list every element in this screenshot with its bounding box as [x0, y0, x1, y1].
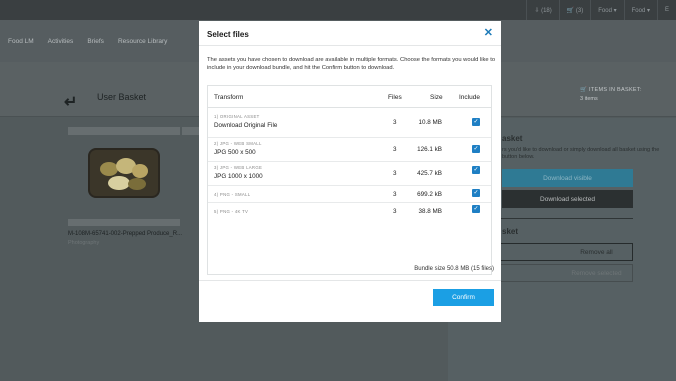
extra-menu[interactable]: E — [656, 0, 676, 20]
table-row: 4) PNG - SMALL 3 699.2 kB ✓ — [208, 186, 491, 203]
row-files: 3 — [393, 119, 397, 126]
col-include: Include — [459, 94, 480, 101]
asset-name[interactable]: M-108M-65741-002-Prepped Produce_R... — [68, 231, 182, 237]
asset-thumbnail[interactable] — [88, 148, 160, 198]
download-visible-button[interactable]: Download visible — [502, 169, 633, 187]
manage-basket-title: sket — [502, 227, 519, 236]
formats-table: Transform Files Size Include 1) ORIGINAL… — [207, 85, 492, 275]
row-format-name: Download Original File — [214, 122, 278, 129]
table-row: 5) PNG - 4K TV 3 38.8 MB ✓ — [208, 203, 491, 220]
nav-item-briefs[interactable]: Briefs — [87, 38, 104, 45]
download-selected-button[interactable]: Download selected — [502, 190, 633, 208]
include-checkbox[interactable]: ✓ — [472, 166, 480, 174]
row-format-code: 1) ORIGINAL ASSET — [214, 114, 260, 119]
col-transform: Transform — [214, 94, 244, 101]
row-files: 3 — [393, 208, 397, 215]
include-checkbox[interactable]: ✓ — [472, 189, 480, 197]
top-bar: ⇩ (18) 🛒 (3) Food ▾ Food ▾ E — [0, 0, 676, 20]
nav-item-activities[interactable]: Activities — [48, 38, 74, 45]
confirm-button[interactable]: Confirm — [433, 289, 494, 306]
col-files: Files — [388, 94, 402, 101]
modal-description: The assets you have chosen to download a… — [207, 57, 496, 71]
items-in-basket-label: 🛒 ITEMS IN BASKET: — [580, 87, 642, 93]
nav-item-food-lm[interactable]: Food LM — [8, 38, 34, 45]
bundle-size: Bundle size 50.8 MB (15 files) — [414, 266, 494, 272]
download-basket-title: asket — [502, 134, 523, 143]
row-format-name: JPG 1000 x 1000 — [214, 173, 263, 180]
row-files: 3 — [393, 146, 397, 153]
modal-footer-divider — [199, 280, 501, 281]
row-size: 699.2 kB — [417, 191, 442, 198]
cart-link[interactable]: 🛒 (3) — [558, 0, 590, 20]
download-basket-description: rs you'd like to download or simply down… — [502, 147, 660, 160]
include-checkbox[interactable]: ✓ — [472, 205, 480, 213]
row-format-code: 5) PNG - 4K TV — [214, 209, 249, 214]
modal-header: Select files ✕ — [199, 21, 501, 46]
row-size: 126.1 kB — [417, 146, 442, 153]
row-size: 425.7 kB — [417, 170, 442, 177]
col-size: Size — [430, 94, 443, 101]
asset-type: Photography — [68, 240, 100, 246]
downloads-link[interactable]: ⇩ (18) — [526, 0, 558, 20]
basket-count: 🛒 ITEMS IN BASKET: 3 items — [580, 86, 642, 104]
asset-toolbar — [68, 127, 180, 135]
table-row: 1) ORIGINAL ASSET Download Original File… — [208, 108, 491, 138]
row-size: 38.8 MB — [418, 208, 442, 215]
row-format-code: 3) JPG - WEB LARGE — [214, 165, 263, 170]
row-format-code: 2) JPG - WEB SMALL — [214, 141, 262, 146]
row-files: 3 — [393, 191, 397, 198]
row-files: 3 — [393, 170, 397, 177]
items-in-basket-value: 3 items — [580, 96, 598, 102]
row-format-name: JPG 500 x 500 — [214, 149, 256, 156]
page-title: User Basket — [97, 92, 147, 102]
select-files-modal: Select files ✕ The assets you have chose… — [199, 21, 501, 322]
table-row: 3) JPG - WEB LARGE JPG 1000 x 1000 3 425… — [208, 162, 491, 186]
include-checkbox[interactable]: ✓ — [472, 118, 480, 126]
food-menu-2[interactable]: Food ▾ — [623, 0, 657, 20]
nav-item-resource-library[interactable]: Resource Library — [118, 38, 168, 45]
close-icon[interactable]: ✕ — [484, 28, 493, 39]
table-row: 2) JPG - WEB SMALL JPG 500 x 500 3 126.1… — [208, 138, 491, 162]
back-arrow-icon[interactable]: ↵ — [64, 92, 77, 112]
row-size: 10.8 MB — [418, 119, 442, 126]
include-checkbox[interactable]: ✓ — [472, 145, 480, 153]
top-bar-right: ⇩ (18) 🛒 (3) Food ▾ Food ▾ E — [526, 0, 676, 20]
asset-footer-bar — [68, 219, 180, 226]
food-menu-1[interactable]: Food ▾ — [590, 0, 623, 20]
row-format-code: 4) PNG - SMALL — [214, 192, 251, 197]
modal-title: Select files — [207, 30, 249, 39]
